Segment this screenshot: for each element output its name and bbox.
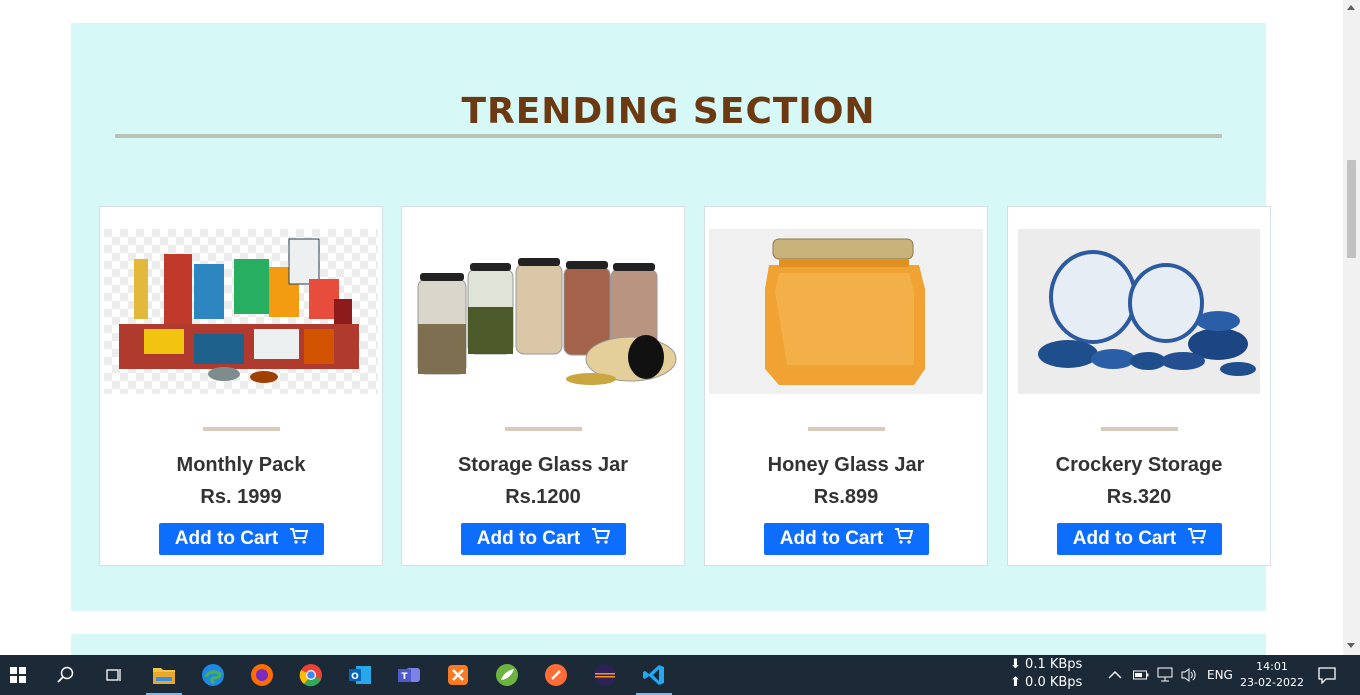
next-section xyxy=(71,634,1266,655)
product-card: Storage Glass Jar Rs.1200 Add to Cart xyxy=(401,206,685,566)
firefox-icon[interactable] xyxy=(238,655,286,695)
add-to-cart-button[interactable]: Add to Cart xyxy=(1057,523,1222,555)
cart-icon xyxy=(290,528,309,550)
product-price: Rs.320 xyxy=(1106,486,1172,508)
product-image-crockery[interactable] xyxy=(1018,229,1260,394)
product-image-grocery[interactable] xyxy=(104,229,378,394)
outlook-icon[interactable]: O xyxy=(336,655,384,695)
file-explorer-icon[interactable] xyxy=(140,655,188,695)
add-to-cart-label: Add to Cart xyxy=(476,528,581,549)
edge-icon[interactable] xyxy=(189,655,237,695)
product-price: Rs. 1999 xyxy=(200,486,282,508)
product-name: Crockery Storage xyxy=(1055,454,1223,476)
clock-time: 14:01 xyxy=(1256,660,1288,673)
product-name: Honey Glass Jar xyxy=(767,454,925,476)
search-icon[interactable] xyxy=(42,655,90,695)
scrollbar-thumb[interactable] xyxy=(1347,160,1356,258)
section-title: TRENDING SECTION xyxy=(461,91,876,132)
svg-text:O: O xyxy=(351,672,359,682)
network-icon[interactable] xyxy=(1157,655,1175,695)
task-view-icon[interactable] xyxy=(90,655,138,695)
card-divider xyxy=(505,427,582,431)
net-down: 0.1 KBps xyxy=(1025,657,1083,672)
windows-start-icon[interactable] xyxy=(0,655,42,695)
add-to-cart-label: Add to Cart xyxy=(779,528,884,549)
battery-icon[interactable] xyxy=(1133,655,1149,695)
clock[interactable]: 14:01 23-02-2022 xyxy=(1238,659,1306,691)
vscode-icon[interactable] xyxy=(630,655,678,695)
scroll-up-icon[interactable] xyxy=(1347,5,1355,10)
spring-icon[interactable] xyxy=(483,655,531,695)
cart-icon xyxy=(895,528,914,550)
cart-icon xyxy=(1188,528,1207,550)
product-card: Honey Glass Jar Rs.899 Add to Cart xyxy=(704,206,988,566)
card-divider xyxy=(1101,427,1178,431)
net-up: 0.0 KBps xyxy=(1025,675,1083,690)
card-divider xyxy=(203,427,280,431)
page-scrollbar[interactable] xyxy=(1343,0,1360,655)
card-divider xyxy=(808,427,885,431)
teams-icon[interactable]: T xyxy=(385,655,433,695)
notification-icon[interactable] xyxy=(1318,655,1336,695)
volume-icon[interactable] xyxy=(1180,655,1198,695)
postman-icon[interactable] xyxy=(532,655,580,695)
product-price: Rs.1200 xyxy=(505,486,581,508)
clock-date: 23-02-2022 xyxy=(1240,676,1304,689)
eclipse-icon[interactable] xyxy=(581,655,629,695)
show-hidden-icons[interactable] xyxy=(1108,655,1122,695)
scroll-down-icon[interactable] xyxy=(1347,643,1355,648)
upload-arrow-icon: ⬆ xyxy=(1010,675,1021,690)
product-name: Storage Glass Jar xyxy=(457,454,629,476)
svg-text:T: T xyxy=(401,672,408,682)
web-page: TRENDING SECTION Monthly Pack Rs. 1999 A… xyxy=(0,0,1343,655)
product-card: Crockery Storage Rs.320 Add to Cart xyxy=(1007,206,1271,566)
add-to-cart-button[interactable]: Add to Cart xyxy=(764,523,929,555)
network-speed: ⬇ 0.1 KBps ⬆ 0.0 KBps xyxy=(1010,656,1082,692)
windows-taskbar: O T ⬇ 0.1 KBps ⬆ 0.0 KBps ENG 14:01 23-0… xyxy=(0,655,1360,695)
add-to-cart-button[interactable]: Add to Cart xyxy=(159,523,324,555)
language-indicator[interactable]: ENG xyxy=(1207,655,1233,695)
add-to-cart-label: Add to Cart xyxy=(174,528,279,549)
product-price: Rs.899 xyxy=(813,486,879,508)
xampp-icon[interactable] xyxy=(434,655,482,695)
trending-section: TRENDING SECTION Monthly Pack Rs. 1999 A… xyxy=(71,23,1271,611)
download-arrow-icon: ⬇ xyxy=(1010,657,1021,672)
cart-icon xyxy=(592,528,611,550)
add-to-cart-button[interactable]: Add to Cart xyxy=(461,523,626,555)
product-card: Monthly Pack Rs. 1999 Add to Cart xyxy=(99,206,383,566)
chrome-icon[interactable] xyxy=(287,655,335,695)
title-divider xyxy=(115,134,1222,138)
add-to-cart-label: Add to Cart xyxy=(1072,528,1177,549)
product-image-glass-jars[interactable] xyxy=(406,229,680,394)
product-image-honey-jar[interactable] xyxy=(709,229,983,394)
product-name: Monthly Pack xyxy=(176,454,306,476)
